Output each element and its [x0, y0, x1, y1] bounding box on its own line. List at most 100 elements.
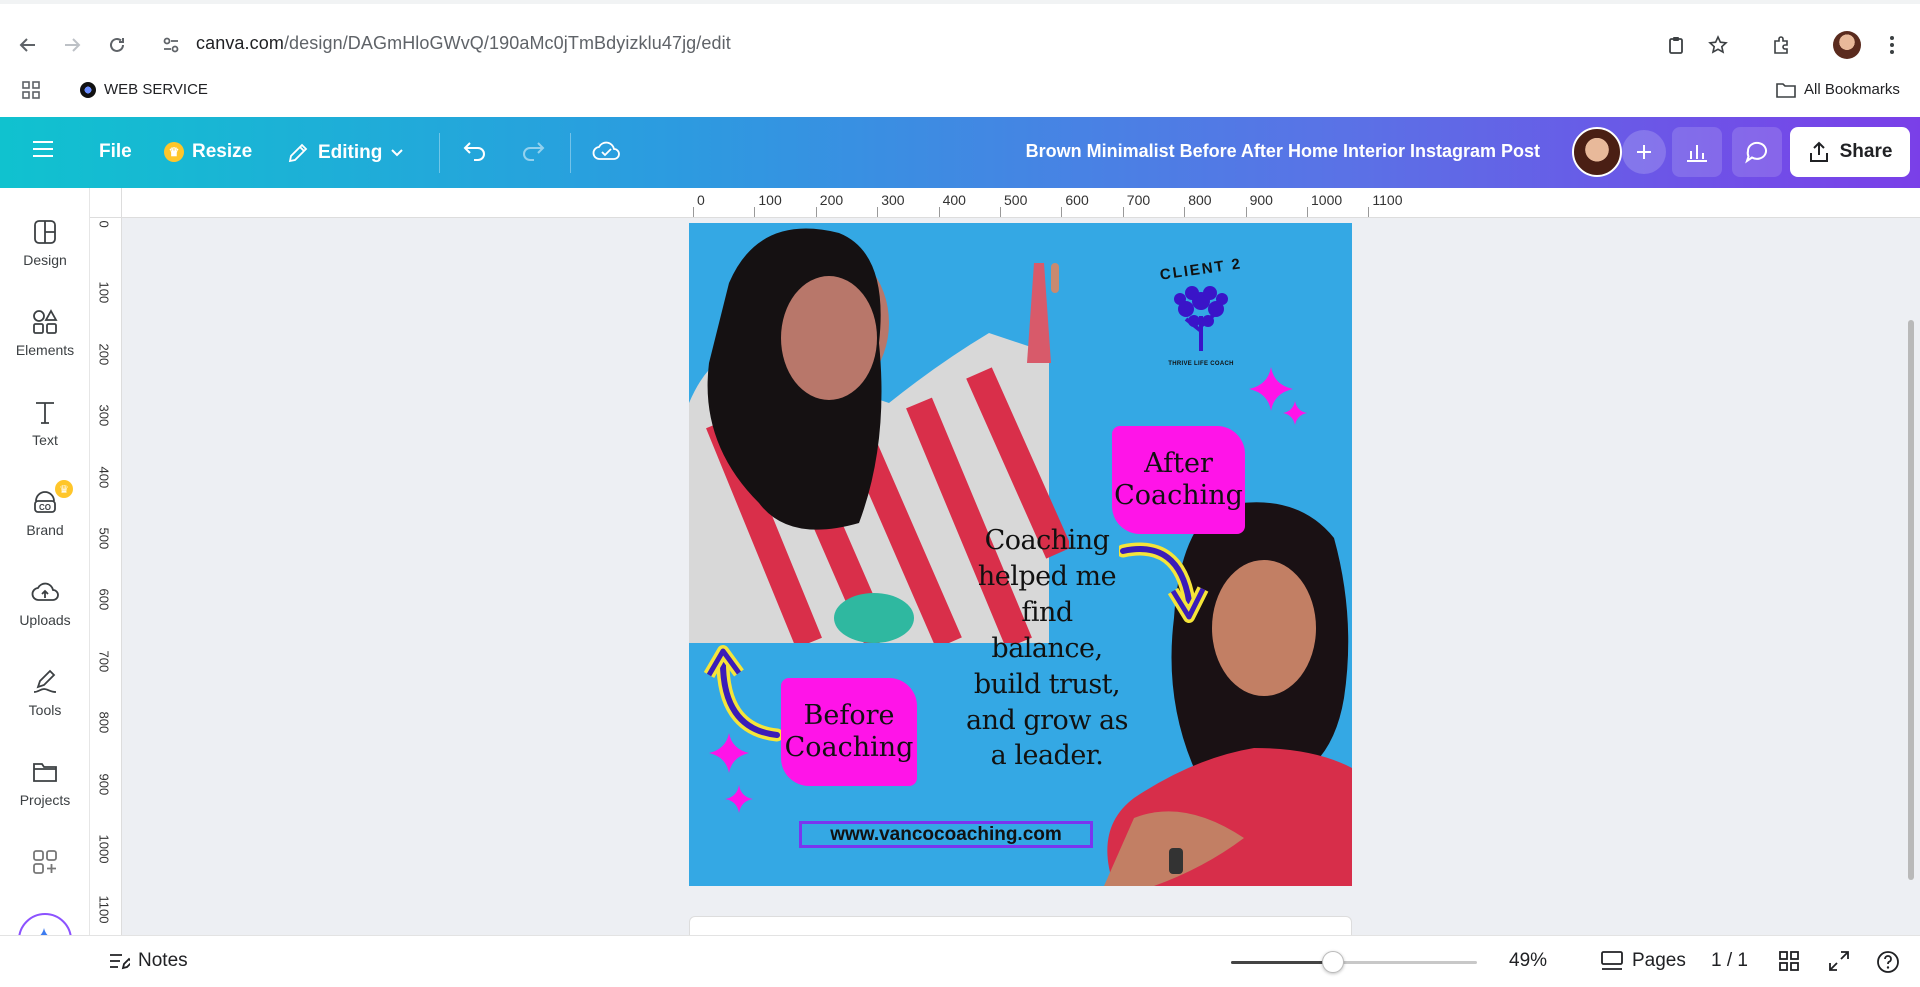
ruler-tick-label: 0: [96, 220, 112, 228]
vertical-scrollbar[interactable]: [1908, 320, 1914, 880]
notes-button[interactable]: Notes: [108, 950, 188, 972]
sidebar-item-label: Design: [23, 252, 67, 268]
hamburger-icon: [33, 141, 53, 157]
sidebar-item-tools[interactable]: Tools: [0, 668, 90, 718]
after-coaching-label[interactable]: After Coaching: [1112, 426, 1245, 534]
sidebar-item-design[interactable]: Design: [0, 218, 90, 268]
svg-text:CO: CO: [39, 503, 51, 512]
bar-chart-icon: [1687, 145, 1707, 162]
zoom-level[interactable]: 49%: [1509, 950, 1547, 972]
grid-view-button[interactable]: [1778, 950, 1800, 972]
ruler-tick: [877, 207, 879, 217]
toolbar-divider: [439, 133, 440, 173]
comment-icon: [1745, 141, 1767, 164]
editing-label: Editing: [318, 142, 383, 163]
page-count-label: 1 / 1: [1711, 950, 1748, 971]
folder-icon: [1776, 82, 1796, 98]
save-status-button[interactable]: [592, 139, 622, 163]
ruler-tick: [938, 207, 940, 217]
ruler-tick-label: 1000: [1311, 192, 1343, 208]
sidebar-item-elements[interactable]: Elements: [0, 308, 90, 358]
url-path: /design/DAGmHloGWvQ/190aMc0jTmBdyizklu47…: [283, 33, 731, 53]
bookmark-star-icon[interactable]: [1702, 29, 1734, 61]
curved-arrow-down-icon: [1119, 542, 1209, 623]
clipboard-icon[interactable]: [1660, 29, 1692, 61]
browser-chrome: canva.com/design/DAGmHloGWvQ/190aMc0jTmB…: [0, 0, 1920, 117]
reload-icon[interactable]: [101, 29, 133, 61]
crown-badge-icon: ♛: [55, 480, 73, 498]
zoom-slider-thumb[interactable]: [1322, 951, 1344, 973]
back-icon[interactable]: [12, 29, 44, 61]
testimonial-quote[interactable]: Coaching helped me find balance, build t…: [962, 523, 1132, 774]
bookmark-web-service[interactable]: WEB SERVICE: [80, 81, 208, 98]
sidebar-item-label: Tools: [28, 702, 62, 718]
all-bookmarks[interactable]: All Bookmarks: [1776, 81, 1900, 98]
extensions-icon[interactable]: [1765, 29, 1797, 61]
ruler-tick-label: 300: [881, 192, 905, 208]
share-button[interactable]: Share: [1790, 127, 1910, 177]
profile-avatar[interactable]: [1833, 31, 1861, 59]
help-button[interactable]: [1876, 950, 1900, 974]
ruler-tick: [1061, 207, 1063, 217]
cloud-check-icon: [592, 141, 620, 160]
document-title[interactable]: Brown Minimalist Before After Home Inter…: [1026, 141, 1540, 162]
ruler-tick: [1368, 207, 1370, 217]
zoom-slider[interactable]: [1231, 951, 1477, 973]
sidebar-item-apps[interactable]: [0, 848, 90, 876]
ruler-tick-label: 600: [1065, 192, 1089, 208]
forward-icon[interactable]: [56, 29, 88, 61]
undo-button[interactable]: [462, 140, 488, 162]
redo-button[interactable]: [520, 140, 546, 162]
sidebar-item-text[interactable]: Text: [0, 398, 90, 448]
sidebar-item-uploads[interactable]: Uploads: [0, 578, 90, 628]
before-coaching-text: Before Coaching: [784, 699, 914, 763]
horizontal-ruler[interactable]: 0 100 200 300 400 500 600 700 800 900 1000 1100: [122, 188, 1920, 218]
file-menu-button[interactable]: File: [99, 141, 132, 163]
sparkle-icon: [709, 733, 753, 813]
text-t-icon: [31, 398, 59, 426]
editing-mode-button[interactable]: Editing: [286, 141, 404, 165]
bookmarks-bar: WEB SERVICE All Bookmarks: [0, 75, 1920, 107]
ruler-tick-label: 700: [96, 650, 112, 672]
invite-button[interactable]: [1622, 130, 1666, 174]
all-bookmarks-label: All Bookmarks: [1804, 81, 1900, 98]
browser-menu-icon[interactable]: [1876, 29, 1908, 61]
before-coaching-label[interactable]: Before Coaching: [781, 678, 917, 786]
ruler-tick-label: 500: [1004, 192, 1028, 208]
sidebar-item-projects[interactable]: Projects: [0, 758, 90, 808]
folder-icon: [31, 758, 59, 786]
resize-label: Resize: [192, 141, 253, 162]
ruler-tick-label: 500: [96, 527, 112, 550]
upload-share-icon: [1809, 141, 1828, 162]
collaborator-avatar[interactable]: [1572, 127, 1622, 177]
site-settings-icon[interactable]: [155, 29, 187, 61]
design-page[interactable]: CLIENT 2 THRIVE LIFE COACH After Coachin…: [689, 223, 1352, 886]
grid-icon: [1779, 951, 1799, 971]
resize-button[interactable]: ♛ Resize: [164, 141, 252, 163]
notes-label: Notes: [138, 950, 188, 971]
sidebar-item-brand[interactable]: CO ♛ Brand: [0, 480, 90, 538]
apps-grid-icon[interactable]: [22, 81, 40, 104]
layout-icon: [31, 218, 59, 246]
ruler-tick-label: 800: [1188, 192, 1212, 208]
address-bar[interactable]: canva.com/design/DAGmHloGWvQ/190aMc0jTmB…: [196, 33, 731, 54]
zoom-slider-fill: [1231, 961, 1333, 964]
side-panel: Design Elements Text CO ♛ Brand Uploads …: [0, 188, 90, 935]
sparkle-icon: [1249, 367, 1307, 425]
globe-icon: [80, 81, 96, 98]
pages-button[interactable]: Pages: [1600, 950, 1686, 972]
insights-button[interactable]: [1672, 127, 1722, 177]
ruler-tick: [1307, 207, 1308, 217]
main-menu-button[interactable]: [32, 140, 54, 158]
comments-button[interactable]: [1732, 127, 1782, 177]
ruler-corner: [90, 188, 122, 218]
website-text-box[interactable]: www.vancocoaching.com: [799, 821, 1093, 848]
sidebar-item-label: Elements: [15, 342, 75, 358]
vertical-ruler[interactable]: 0 100 200 300 400 500 600 700 800 900 1000 1100: [90, 218, 122, 935]
expand-icon: [1829, 951, 1849, 971]
fullscreen-button[interactable]: [1828, 950, 1850, 972]
bookmark-label: WEB SERVICE: [104, 81, 208, 98]
help-icon: [1877, 951, 1899, 973]
ruler-tick-label: 400: [96, 466, 112, 488]
ruler-tick-label: 700: [1126, 192, 1151, 208]
